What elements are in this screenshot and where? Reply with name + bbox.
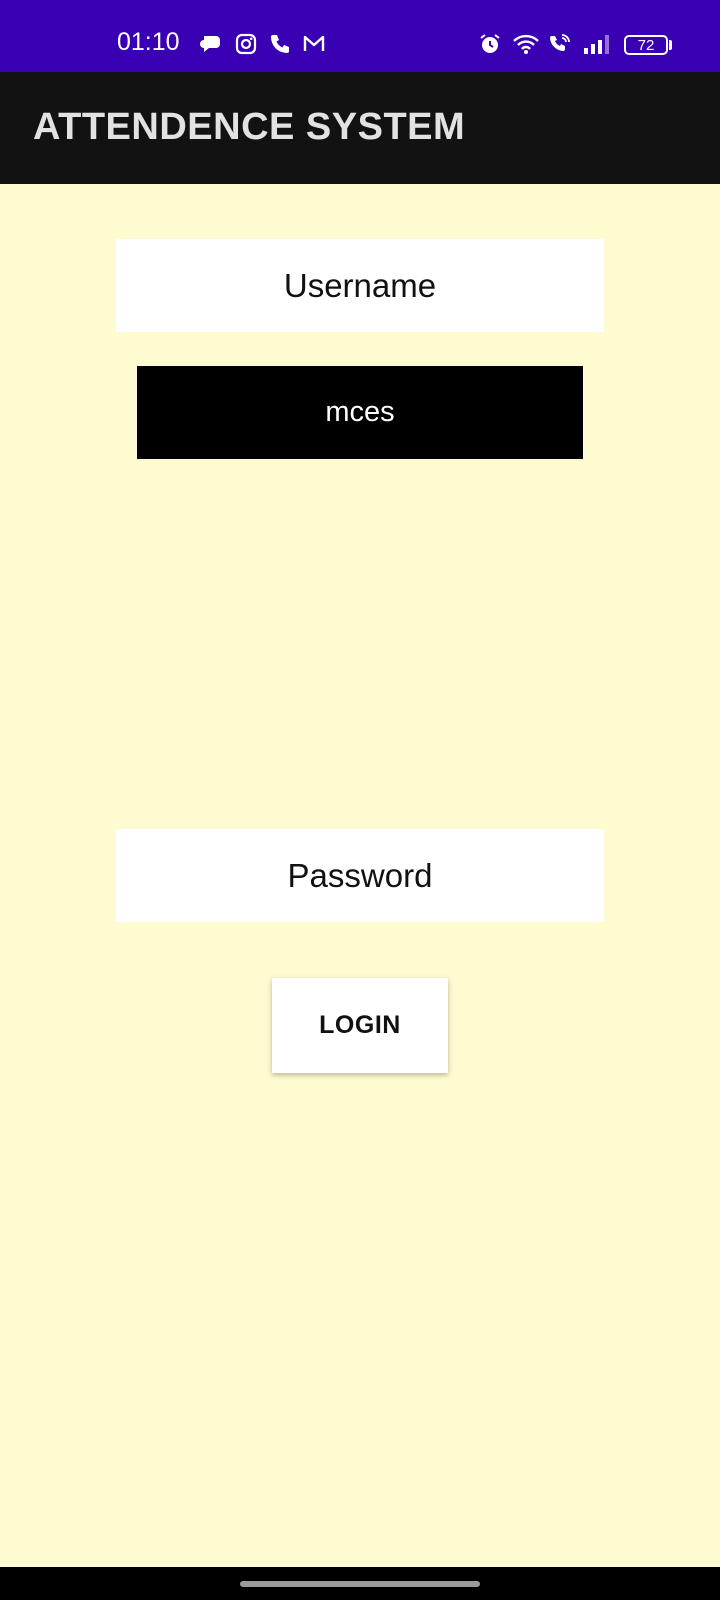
- username-input[interactable]: [137, 366, 583, 459]
- alarm-icon: [478, 32, 502, 56]
- gesture-handle[interactable]: [240, 1581, 480, 1587]
- wifi-call-icon: [548, 32, 572, 56]
- password-input[interactable]: [116, 829, 604, 922]
- status-bar: 01:10 72: [0, 0, 720, 72]
- login-button[interactable]: LOGIN: [272, 978, 448, 1073]
- phone-icon: [268, 32, 292, 56]
- battery-tip: [669, 40, 672, 50]
- chat-bubble-icon: [200, 32, 224, 56]
- username-label: Username: [116, 239, 604, 332]
- wifi-icon: [512, 32, 540, 56]
- battery-icon: 72: [624, 35, 668, 55]
- instagram-icon: [234, 32, 258, 56]
- signal-icon: [582, 32, 612, 56]
- status-time: 01:10: [117, 28, 180, 56]
- gmail-icon: [302, 32, 326, 56]
- page-title: ATTENDENCE SYSTEM: [33, 106, 466, 148]
